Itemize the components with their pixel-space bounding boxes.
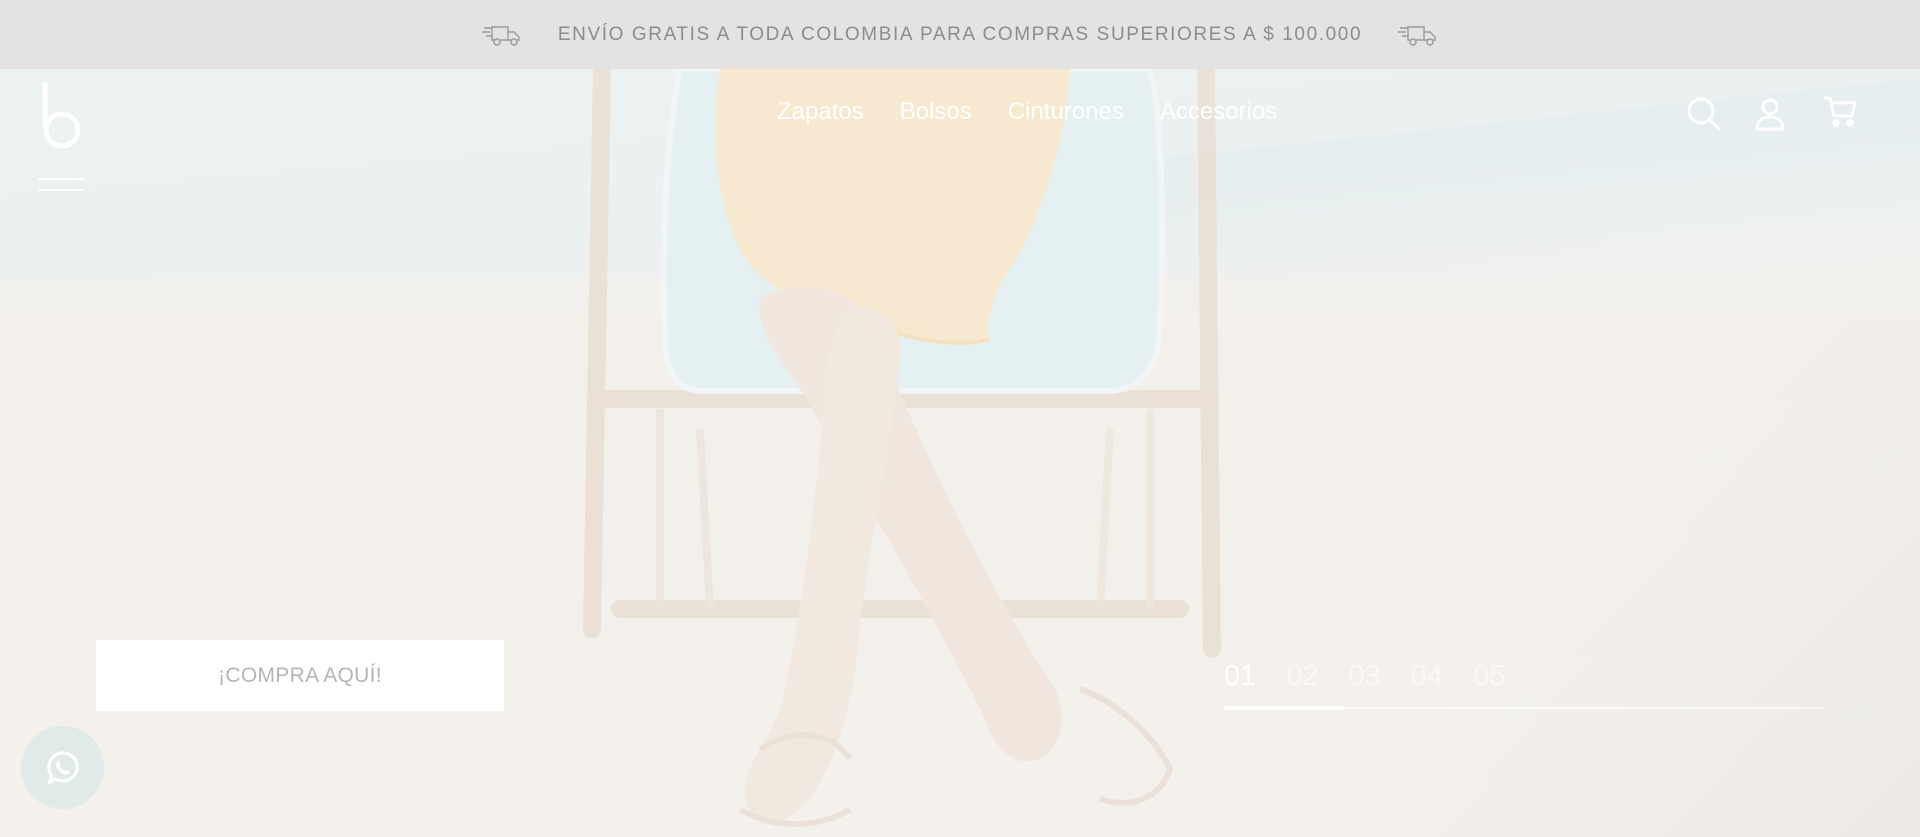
hero-banner	[0, 69, 1920, 837]
hero-overlay	[0, 69, 1920, 837]
cart-icon[interactable]	[1822, 94, 1858, 130]
slider-progress-fill	[1224, 706, 1344, 710]
user-icon[interactable]	[1752, 96, 1788, 132]
slide-number-04[interactable]: 04	[1411, 660, 1443, 693]
menu-line	[38, 178, 84, 180]
search-icon[interactable]	[1686, 96, 1722, 132]
whatsapp-button[interactable]	[21, 726, 104, 809]
slide-number-01[interactable]: 01	[1224, 660, 1256, 693]
nav-item-bolsos[interactable]: Bolsos	[900, 98, 972, 126]
free-shipping-message: ENVÍO GRATIS A TODA COLOMBIA PARA COMPRA…	[557, 23, 1363, 45]
slide-number-02[interactable]: 02	[1286, 660, 1318, 693]
nav-item-cinturones[interactable]: Cinturones	[1008, 98, 1124, 126]
brand-b-logo[interactable]	[40, 82, 84, 150]
shop-now-button[interactable]: ¡COMPRA AQUÍ!	[96, 640, 504, 711]
nav-item-accesorios[interactable]: Accesorios	[1160, 98, 1277, 126]
announcement-bar: ENVÍO GRATIS A TODA COLOMBIA PARA COMPRA…	[0, 0, 1920, 69]
truck-icon	[481, 25, 520, 46]
whatsapp-icon	[46, 750, 79, 785]
nav-item-zapatos[interactable]: Zapatos	[777, 98, 864, 126]
slide-number-03[interactable]: 03	[1349, 660, 1381, 693]
truck-icon	[1398, 25, 1436, 46]
main-navigation: Zapatos Bolsos Cinturones Accesorios	[777, 98, 1277, 126]
slide-number-05[interactable]: 05	[1473, 660, 1505, 693]
hamburger-menu-icon[interactable]	[38, 178, 84, 202]
menu-line	[38, 189, 84, 191]
slider-pagination: 01 02 03 04 05	[1224, 660, 1824, 712]
